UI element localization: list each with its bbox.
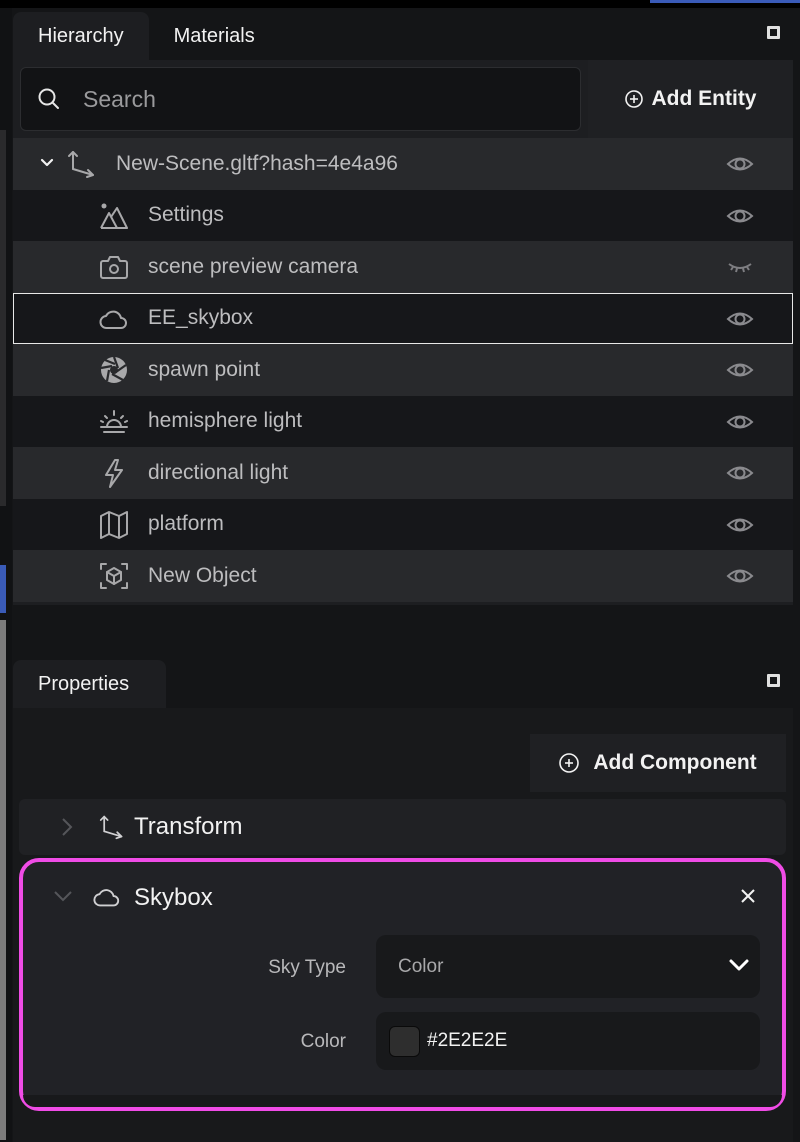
eye-icon[interactable] [726, 564, 754, 588]
color-value: #2E2E2E [427, 1030, 508, 1051]
tab-hierarchy[interactable]: Hierarchy [13, 12, 149, 60]
color-swatch[interactable] [389, 1025, 420, 1057]
tree-row-label: New-Scene.gltf?hash=4e4a96 [116, 151, 398, 175]
axes-icon [68, 151, 94, 178]
left-panel-edge [0, 620, 6, 1140]
sunrise-icon [100, 409, 128, 433]
sky-type-select[interactable]: Color [376, 935, 760, 998]
tree-row-label: EE_skybox [148, 306, 254, 330]
chevron-down-icon[interactable] [39, 155, 55, 171]
tree-row-label: spawn point [148, 357, 261, 381]
sky-type-label: Sky Type [268, 957, 346, 978]
left-scrollbar[interactable] [0, 130, 6, 506]
camera-icon [100, 256, 128, 279]
chevron-down-icon [729, 959, 749, 971]
tree-row-label: New Object [148, 563, 257, 587]
tree-row-settings[interactable]: Settings [13, 189, 793, 241]
cube-icon [100, 563, 128, 589]
plus-circle-icon [624, 90, 643, 108]
tree-row-label: hemisphere light [148, 409, 303, 433]
tab-materials[interactable]: Materials [149, 12, 280, 60]
left-accent-segment [0, 565, 6, 613]
search-field[interactable] [20, 67, 581, 131]
add-entity-button[interactable]: Add Entity [588, 60, 793, 138]
tree-row-directional-light[interactable]: directional light [13, 447, 793, 499]
maximize-icon[interactable] [767, 26, 780, 39]
mountain-icon [100, 203, 128, 229]
color-label: Color [300, 1031, 346, 1052]
search-input[interactable] [83, 85, 543, 113]
add-component-label: Add Component [593, 751, 757, 774]
hierarchy-tab-bar: Hierarchy Materials [13, 12, 800, 60]
tree-row-label: platform [148, 512, 224, 536]
close-icon[interactable] [740, 888, 756, 904]
lightning-icon [105, 459, 123, 488]
tree-row-hemisphere-light[interactable]: hemisphere light [13, 395, 793, 447]
hierarchy-panel: Add Entity New-Scene.gltf?hash=4e4a96 [13, 60, 793, 605]
maximize-icon[interactable] [767, 674, 780, 687]
top-accent-bar [650, 0, 800, 3]
entity-tree: New-Scene.gltf?hash=4e4a96 Settings scen… [13, 138, 793, 602]
properties-tab-bar: Properties [13, 660, 800, 708]
plus-circle-icon [559, 753, 580, 773]
color-input[interactable]: #2E2E2E [376, 1012, 760, 1070]
chevron-right-icon[interactable] [61, 817, 73, 837]
skybox-footer [23, 1095, 782, 1107]
component-title: Skybox [134, 884, 213, 911]
eye-closed-icon[interactable] [726, 255, 754, 279]
search-icon [38, 88, 59, 109]
tree-row-ee-skybox[interactable]: EE_skybox [13, 292, 793, 344]
tree-row-new-object[interactable]: New Object [13, 550, 793, 602]
add-entity-label: Add Entity [651, 87, 757, 110]
aperture-icon [100, 356, 127, 383]
component-skybox: Skybox Sky Type Color Color #2E2E2E [19, 858, 786, 1111]
chevron-down-icon[interactable] [53, 890, 73, 902]
eye-icon[interactable] [726, 307, 754, 331]
properties-panel: Add Component Transform Skybox Sky Type … [13, 708, 793, 1142]
eye-icon[interactable] [726, 152, 754, 176]
tree-row-platform[interactable]: platform [13, 498, 793, 550]
eye-icon[interactable] [726, 358, 754, 382]
axes-icon [99, 815, 123, 840]
map-icon [100, 510, 128, 539]
tree-row-root[interactable]: New-Scene.gltf?hash=4e4a96 [13, 138, 793, 190]
cloud-icon [93, 889, 120, 907]
tree-row-scene-preview-camera[interactable]: scene preview camera [13, 241, 793, 293]
tab-properties[interactable]: Properties [13, 660, 166, 708]
eye-icon[interactable] [726, 204, 754, 228]
cloud-icon [99, 310, 127, 329]
sky-type-value: Color [398, 955, 444, 977]
eye-icon[interactable] [726, 461, 754, 485]
eye-icon[interactable] [726, 410, 754, 434]
eye-icon[interactable] [726, 513, 754, 537]
tree-row-spawn-point[interactable]: spawn point [13, 344, 793, 396]
tree-row-label: scene preview camera [148, 254, 359, 278]
tree-row-label: directional light [148, 460, 289, 484]
tree-row-label: Settings [148, 203, 224, 227]
add-component-button[interactable]: Add Component [530, 734, 786, 792]
component-title: Transform [134, 813, 243, 840]
component-transform[interactable]: Transform [19, 799, 786, 855]
